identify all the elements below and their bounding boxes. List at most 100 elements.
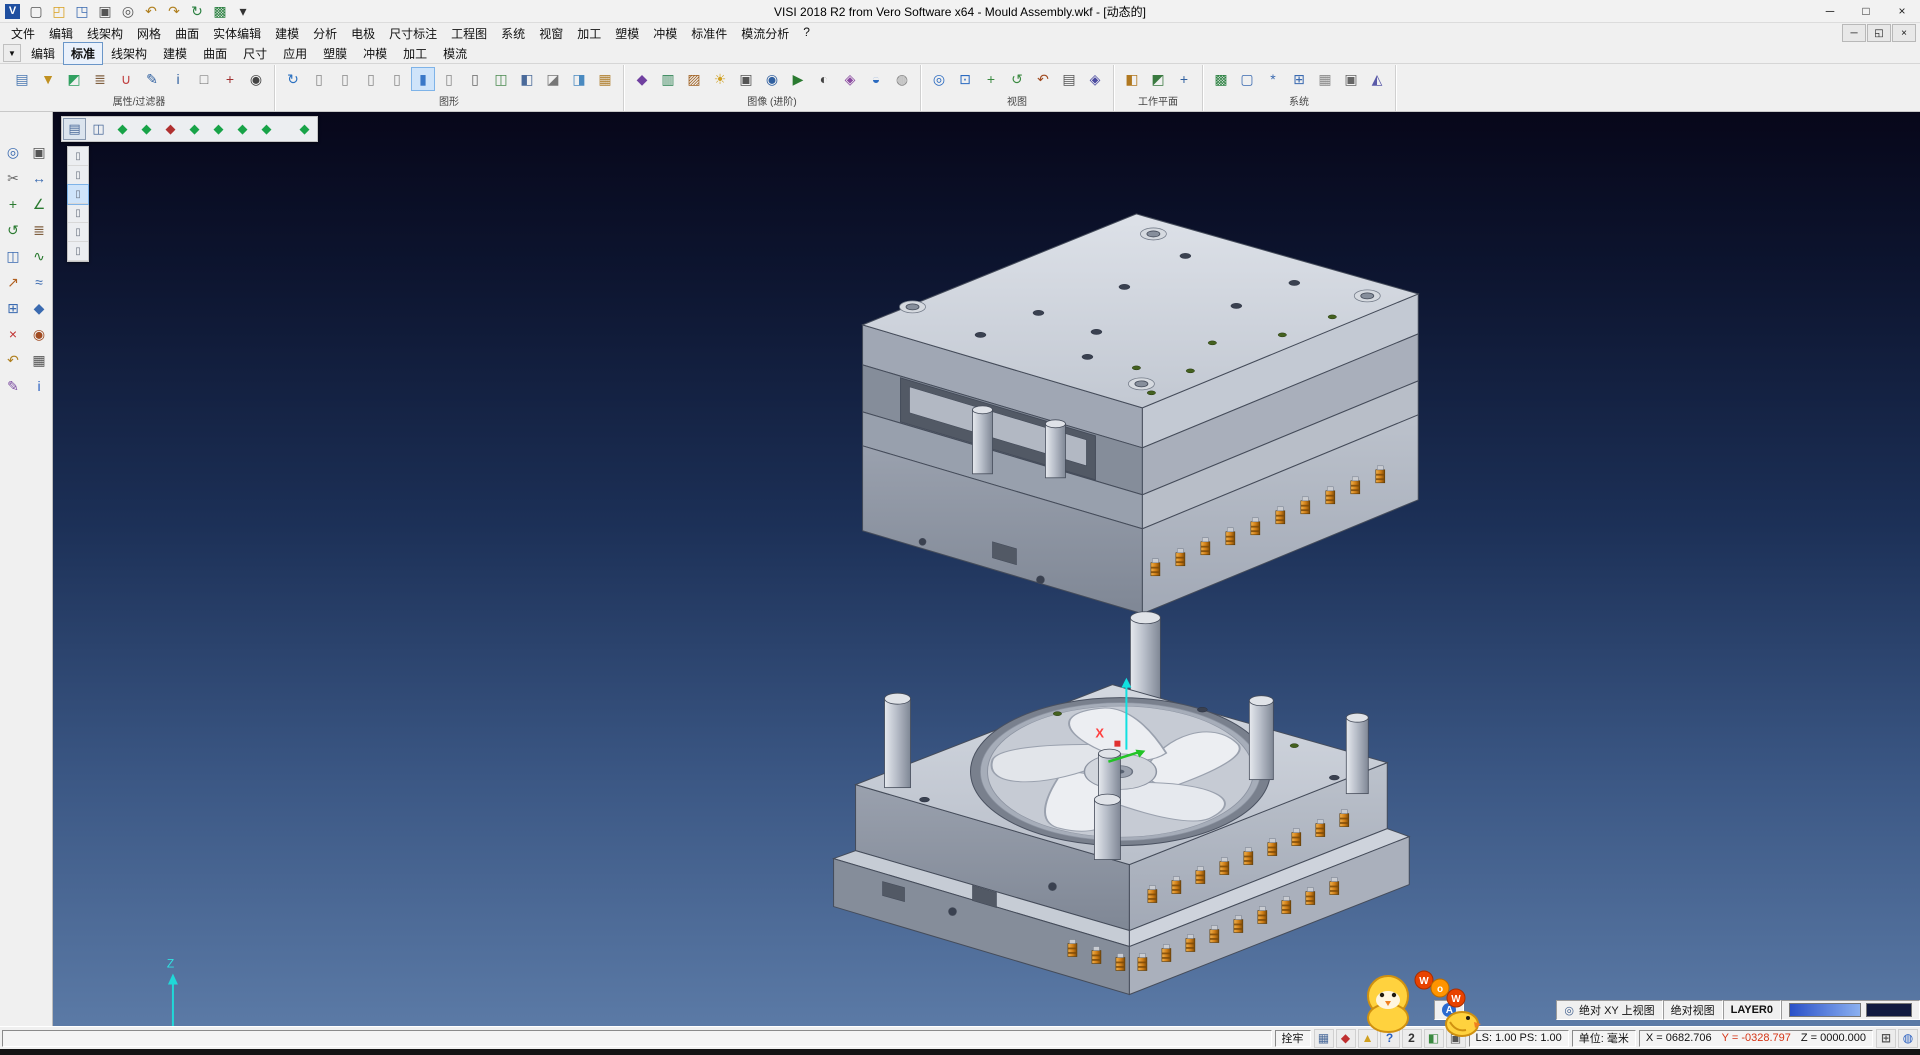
layers-icon[interactable]: ≣ (27, 218, 51, 241)
ribbon-tab[interactable]: 建模 (155, 42, 195, 65)
menu-item[interactable]: 工程图 (444, 23, 494, 44)
minimize-button[interactable]: ─ (1812, 0, 1848, 22)
magnet-snap-icon[interactable]: ∪ (114, 67, 138, 91)
ribbon-tab[interactable]: 冲模 (355, 42, 395, 65)
render-icon[interactable]: ◆ (630, 67, 654, 91)
shaded-mode-icon[interactable]: ▮ (411, 67, 435, 91)
world-axis-icon[interactable]: ◍ (1898, 1029, 1918, 1048)
grid-toggle-icon[interactable]: ⊞ (1876, 1029, 1896, 1048)
new-file-icon[interactable]: ▢ (25, 1, 47, 21)
stereo-icon[interactable]: ◐ (812, 67, 836, 91)
scale-icon[interactable]: ↗ (1, 270, 25, 293)
top-view-icon[interactable]: ◆ (159, 118, 182, 140)
maximize-button[interactable]: □ (1848, 0, 1884, 22)
shadow-icon[interactable]: ◪ (541, 67, 565, 91)
materials-icon[interactable]: ▥ (656, 67, 680, 91)
camera-icon[interactable]: ▣ (734, 67, 758, 91)
wireframe-mode-icon[interactable]: ▯ (437, 67, 461, 91)
ribbon-tab[interactable]: 应用 (275, 42, 315, 65)
move-icon[interactable]: + (1, 192, 25, 215)
display-cylinder-2-icon[interactable]: ▯ (333, 67, 357, 91)
delete-icon[interactable]: × (1, 322, 25, 345)
bottom-view-icon[interactable]: ◆ (255, 118, 278, 140)
surface-icon[interactable]: ≈ (27, 270, 51, 293)
lock-status-field[interactable]: 拴牢 (1275, 1030, 1311, 1047)
mould-lower-half[interactable]: X (834, 612, 1410, 995)
ribbon-tab[interactable]: 模流 (435, 42, 475, 65)
zoom-window-icon[interactable]: ⊡ (953, 67, 977, 91)
macro-icon[interactable]: ▣ (1339, 67, 1363, 91)
display-cylinder-4-icon[interactable]: ▯ (385, 67, 409, 91)
menu-item[interactable]: 冲模 (646, 23, 684, 44)
ribbon-tab[interactable]: 标准 (63, 42, 103, 65)
help-icon[interactable]: ◭ (1365, 67, 1389, 91)
snap-settings-icon[interactable]: * (1261, 67, 1285, 91)
units-field[interactable]: 单位: 毫米 (1572, 1030, 1636, 1047)
background-icon[interactable]: ▦ (593, 67, 617, 91)
view-reference-segment[interactable]: 绝对视图 (1663, 1000, 1723, 1020)
ribbon-tab[interactable]: 线架构 (103, 42, 155, 65)
open-file-icon[interactable]: ◰ (48, 1, 70, 21)
menu-item[interactable]: 尺寸标注 (382, 23, 444, 44)
undo-icon[interactable]: ↶ (1, 348, 25, 371)
perspective-icon[interactable]: ◈ (1083, 67, 1107, 91)
menu-item[interactable]: 建模 (268, 23, 306, 44)
menu-item[interactable]: 线架构 (80, 23, 130, 44)
menu-item[interactable]: 加工 (570, 23, 608, 44)
ambient-icon[interactable]: ◍ (890, 67, 914, 91)
reflection-icon[interactable]: ◨ (567, 67, 591, 91)
layer-segment[interactable]: LAYER0 (1723, 1000, 1781, 1020)
lights-icon[interactable]: ☀ (708, 67, 732, 91)
ribbon-tab[interactable]: 尺寸 (235, 42, 275, 65)
mdi-minimize-button[interactable]: ─ (1842, 24, 1866, 42)
filter-surface-icon[interactable]: ▯ (68, 204, 88, 223)
command-input[interactable] (2, 1030, 1272, 1047)
menu-item[interactable]: 系统 (494, 23, 532, 44)
ribbon-tab[interactable]: 编辑 (23, 42, 63, 65)
menu-item[interactable]: 网格 (130, 23, 168, 44)
color-swatch-segment[interactable] (1781, 1000, 1920, 1020)
edit-properties-icon[interactable]: ▣ (27, 140, 51, 163)
mdi-close-button[interactable]: × (1892, 24, 1916, 42)
measure-icon[interactable]: ↔ (27, 166, 51, 189)
menu-item[interactable]: 编辑 (42, 23, 80, 44)
preview-icon[interactable]: ◎ (117, 1, 139, 21)
element-info-icon[interactable]: i (166, 67, 190, 91)
environment-icon[interactable]: ◒ (864, 67, 888, 91)
display-cylinder-1-icon[interactable]: ▯ (307, 67, 331, 91)
redo-icon[interactable]: ↷ (163, 1, 185, 21)
snap-marker-icon[interactable]: ◆ (1336, 1029, 1356, 1048)
selection-grid-icon[interactable]: ▦ (1314, 1029, 1334, 1048)
settings-icon[interactable]: ▩ (1209, 67, 1233, 91)
boolean-icon[interactable]: ◉ (27, 322, 51, 345)
quick-select-icon[interactable]: + (218, 67, 242, 91)
mdi-restore-button[interactable]: ◱ (1867, 24, 1891, 42)
menu-item[interactable]: 分析 (306, 23, 344, 44)
trim-icon[interactable]: ✂ (1, 166, 25, 189)
previous-view-icon[interactable]: ↶ (1031, 67, 1055, 91)
array-icon[interactable]: ⊞ (1, 296, 25, 319)
iso-view-icon[interactable]: ◆ (111, 118, 134, 140)
display-settings-icon[interactable]: ▢ (1235, 67, 1259, 91)
workplane-icon[interactable]: ◧ (1120, 67, 1144, 91)
color-filter-icon[interactable]: ◩ (62, 67, 86, 91)
mould-assembly-scene[interactable]: X (53, 112, 1920, 1026)
front-view-icon[interactable]: ◆ (135, 118, 158, 140)
pan-icon[interactable]: + (979, 67, 1003, 91)
menu-item[interactable]: 标准件 (684, 23, 734, 44)
mirror-icon[interactable]: ◫ (1, 244, 25, 267)
print-icon[interactable]: ▣ (94, 1, 116, 21)
solid-icon[interactable]: ◆ (27, 296, 51, 319)
refresh-view-icon[interactable]: ↻ (281, 67, 305, 91)
undo-icon[interactable]: ↶ (140, 1, 162, 21)
layer-filter-icon[interactable]: ≣ (88, 67, 112, 91)
grid-icon[interactable]: ⊞ (1287, 67, 1311, 91)
workplane-align-icon[interactable]: ◩ (1146, 67, 1170, 91)
texture-icon[interactable]: ▨ (682, 67, 706, 91)
options-icon[interactable]: ▩ (209, 1, 231, 21)
display-cylinder-3-icon[interactable]: ▯ (359, 67, 383, 91)
menu-item[interactable]: 实体编辑 (206, 23, 268, 44)
info-icon[interactable]: i (27, 374, 51, 397)
mould-upper-half[interactable] (863, 214, 1419, 614)
hidden-line-icon[interactable]: ▯ (463, 67, 487, 91)
